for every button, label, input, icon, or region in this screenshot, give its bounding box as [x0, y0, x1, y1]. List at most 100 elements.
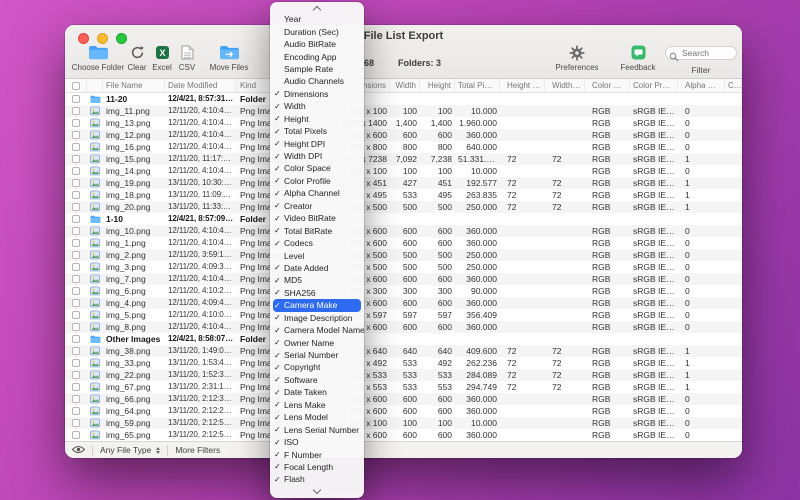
- file-row[interactable]: img_13.png12/11/20, 4:10:46 PMPng Image1…: [65, 117, 742, 129]
- menu-item-total-pixels[interactable]: ✓Total Pixels: [270, 125, 364, 137]
- column-header-height[interactable]: Height: [420, 79, 455, 92]
- menu-item-date-taken[interactable]: ✓Date Taken: [270, 386, 364, 398]
- file-row[interactable]: img_4.png12/11/20, 4:09:40 PMPng Image60…: [65, 297, 742, 309]
- menu-item-color-space[interactable]: ✓Color Space: [270, 162, 364, 174]
- menu-item-codecs[interactable]: ✓Codecs: [270, 237, 364, 249]
- file-row[interactable]: img_15.png12/11/20, 11:17:33 AMPng Image…: [65, 153, 742, 165]
- row-select-cell[interactable]: [65, 129, 87, 141]
- menu-item-width[interactable]: ✓Width: [270, 100, 364, 112]
- row-checkbox[interactable]: [72, 287, 80, 295]
- column-header-select[interactable]: [65, 79, 87, 92]
- file-row[interactable]: img_38.png13/11/20, 1:49:09 PMPng Image6…: [65, 345, 742, 357]
- row-checkbox[interactable]: [72, 431, 80, 439]
- row-select-cell[interactable]: [65, 417, 87, 429]
- file-row[interactable]: img_14.png12/11/20, 4:10:47 PMPng Image1…: [65, 165, 742, 177]
- more-filters-button[interactable]: More Filters: [168, 442, 227, 458]
- row-checkbox[interactable]: [72, 419, 80, 427]
- row-select-cell[interactable]: [65, 213, 87, 225]
- menu-item-duration-sec[interactable]: Duration (Sec): [270, 25, 364, 37]
- menu-item-width-dpi[interactable]: ✓Width DPI: [270, 150, 364, 162]
- file-type-dropdown[interactable]: Any File Type: [93, 442, 167, 458]
- row-checkbox[interactable]: [72, 275, 80, 283]
- row-select-cell[interactable]: [65, 369, 87, 381]
- file-row[interactable]: img_11.png12/11/20, 4:10:46 PMPng Image1…: [65, 105, 742, 117]
- row-select-cell[interactable]: [65, 393, 87, 405]
- file-row[interactable]: img_3.png12/11/20, 4:09:38 PMPng Image50…: [65, 261, 742, 273]
- column-header-width_dpi[interactable]: Width DPI: [545, 79, 585, 92]
- row-checkbox[interactable]: [72, 215, 80, 223]
- file-row[interactable]: img_10.png12/11/20, 4:10:44 PMPng Image6…: [65, 225, 742, 237]
- menu-item-sample-rate[interactable]: Sample Rate: [270, 63, 364, 75]
- row-checkbox[interactable]: [72, 335, 80, 343]
- row-checkbox[interactable]: [72, 167, 80, 175]
- row-select-cell[interactable]: [65, 261, 87, 273]
- file-row[interactable]: img_64.png13/11/20, 2:12:26 PMPng Image6…: [65, 405, 742, 417]
- menu-item-owner-name[interactable]: ✓Owner Name: [270, 336, 364, 348]
- row-checkbox[interactable]: [72, 383, 80, 391]
- row-select-cell[interactable]: [65, 249, 87, 261]
- feedback-button[interactable]: Feedback: [613, 44, 663, 72]
- menu-item-lens-model[interactable]: ✓Lens Model: [270, 411, 364, 423]
- row-checkbox[interactable]: [72, 347, 80, 355]
- column-header-alpha[interactable]: Alpha Channel: [678, 79, 725, 92]
- menu-item-iso[interactable]: ✓ISO: [270, 436, 364, 448]
- menu-item-color-profile[interactable]: ✓Color Profile: [270, 175, 364, 187]
- menu-item-alpha-channel[interactable]: ✓Alpha Channel: [270, 187, 364, 199]
- file-row[interactable]: img_19.png13/11/20, 10:30:48 AMPng Image…: [65, 177, 742, 189]
- column-header-total_pixels[interactable]: Total Pixels: [455, 79, 500, 92]
- row-select-cell[interactable]: [65, 309, 87, 321]
- row-checkbox[interactable]: [72, 131, 80, 139]
- menu-item-dimensions[interactable]: ✓Dimensions: [270, 88, 364, 100]
- menu-item-f-number[interactable]: ✓F Number: [270, 448, 364, 460]
- file-row[interactable]: img_6.png12/11/20, 4:10:27 PMPng Image30…: [65, 285, 742, 297]
- file-row[interactable]: img_20.png13/11/20, 11:33:25 AMPng Image…: [65, 201, 742, 213]
- row-checkbox[interactable]: [72, 107, 80, 115]
- file-row[interactable]: img_66.png13/11/20, 2:12:30 PMPng Image6…: [65, 393, 742, 405]
- search-input[interactable]: [665, 46, 737, 60]
- row-select-cell[interactable]: [65, 117, 87, 129]
- row-select-cell[interactable]: [65, 321, 87, 333]
- menu-item-encoding-app[interactable]: Encoding App: [270, 50, 364, 62]
- file-row[interactable]: img_5.png12/11/20, 4:10:04 PMPng Image59…: [65, 309, 742, 321]
- file-row[interactable]: img_8.png12/11/20, 4:10:43 PMPng Image60…: [65, 321, 742, 333]
- file-row[interactable]: img_1.png12/11/20, 4:10:44 PMPng Image60…: [65, 237, 742, 249]
- column-header-color_profile[interactable]: Color Profile: [630, 79, 678, 92]
- file-row[interactable]: img_67.png13/11/20, 2:31:10 PMPng Image5…: [65, 381, 742, 393]
- row-checkbox[interactable]: [72, 203, 80, 211]
- row-select-cell[interactable]: [65, 297, 87, 309]
- folder-row[interactable]: 1-1012/4/21, 8:57:09 PMFolder: [65, 213, 742, 225]
- menu-item-image-description[interactable]: ✓Image Description: [270, 312, 364, 324]
- column-header-color_space[interactable]: Color Space: [585, 79, 630, 92]
- row-checkbox[interactable]: [72, 95, 80, 103]
- menu-item-creator[interactable]: ✓Creator: [270, 200, 364, 212]
- column-header-width[interactable]: Width: [390, 79, 420, 92]
- row-select-cell[interactable]: [65, 93, 87, 105]
- row-select-cell[interactable]: [65, 429, 87, 441]
- menu-item-height[interactable]: ✓Height: [270, 113, 364, 125]
- menu-item-serial-number[interactable]: ✓Serial Number: [270, 349, 364, 361]
- preferences-button[interactable]: Preferences: [547, 44, 607, 72]
- toggle-visibility-button[interactable]: [65, 442, 92, 458]
- menu-item-height-dpi[interactable]: ✓Height DPI: [270, 137, 364, 149]
- menu-item-level[interactable]: Level: [270, 249, 364, 261]
- menu-item-copyright[interactable]: ✓Copyright: [270, 361, 364, 373]
- row-checkbox[interactable]: [72, 395, 80, 403]
- row-select-cell[interactable]: [65, 153, 87, 165]
- row-select-cell[interactable]: [65, 285, 87, 297]
- row-checkbox[interactable]: [72, 239, 80, 247]
- row-checkbox[interactable]: [72, 179, 80, 187]
- column-header-modified[interactable]: Date Modified: [165, 79, 237, 92]
- row-checkbox[interactable]: [72, 143, 80, 151]
- row-checkbox[interactable]: [72, 119, 80, 127]
- menu-item-total-bitrate[interactable]: ✓Total BitRate: [270, 224, 364, 236]
- row-select-cell[interactable]: [65, 189, 87, 201]
- column-header-name[interactable]: File Name: [103, 79, 165, 92]
- menu-item-lens-make[interactable]: ✓Lens Make: [270, 399, 364, 411]
- column-header-height_dpi[interactable]: Height DPI: [500, 79, 545, 92]
- row-select-cell[interactable]: [65, 165, 87, 177]
- menu-item-lens-serial-number[interactable]: ✓Lens Serial Number: [270, 423, 364, 435]
- file-row[interactable]: img_65.png13/11/20, 2:12:59 PMPng Image6…: [65, 429, 742, 441]
- row-checkbox[interactable]: [72, 155, 80, 163]
- file-row[interactable]: img_33.png13/11/20, 1:53:49 PMPng Image5…: [65, 357, 742, 369]
- file-row[interactable]: img_59.png13/11/20, 2:12:50 PMPng Image1…: [65, 417, 742, 429]
